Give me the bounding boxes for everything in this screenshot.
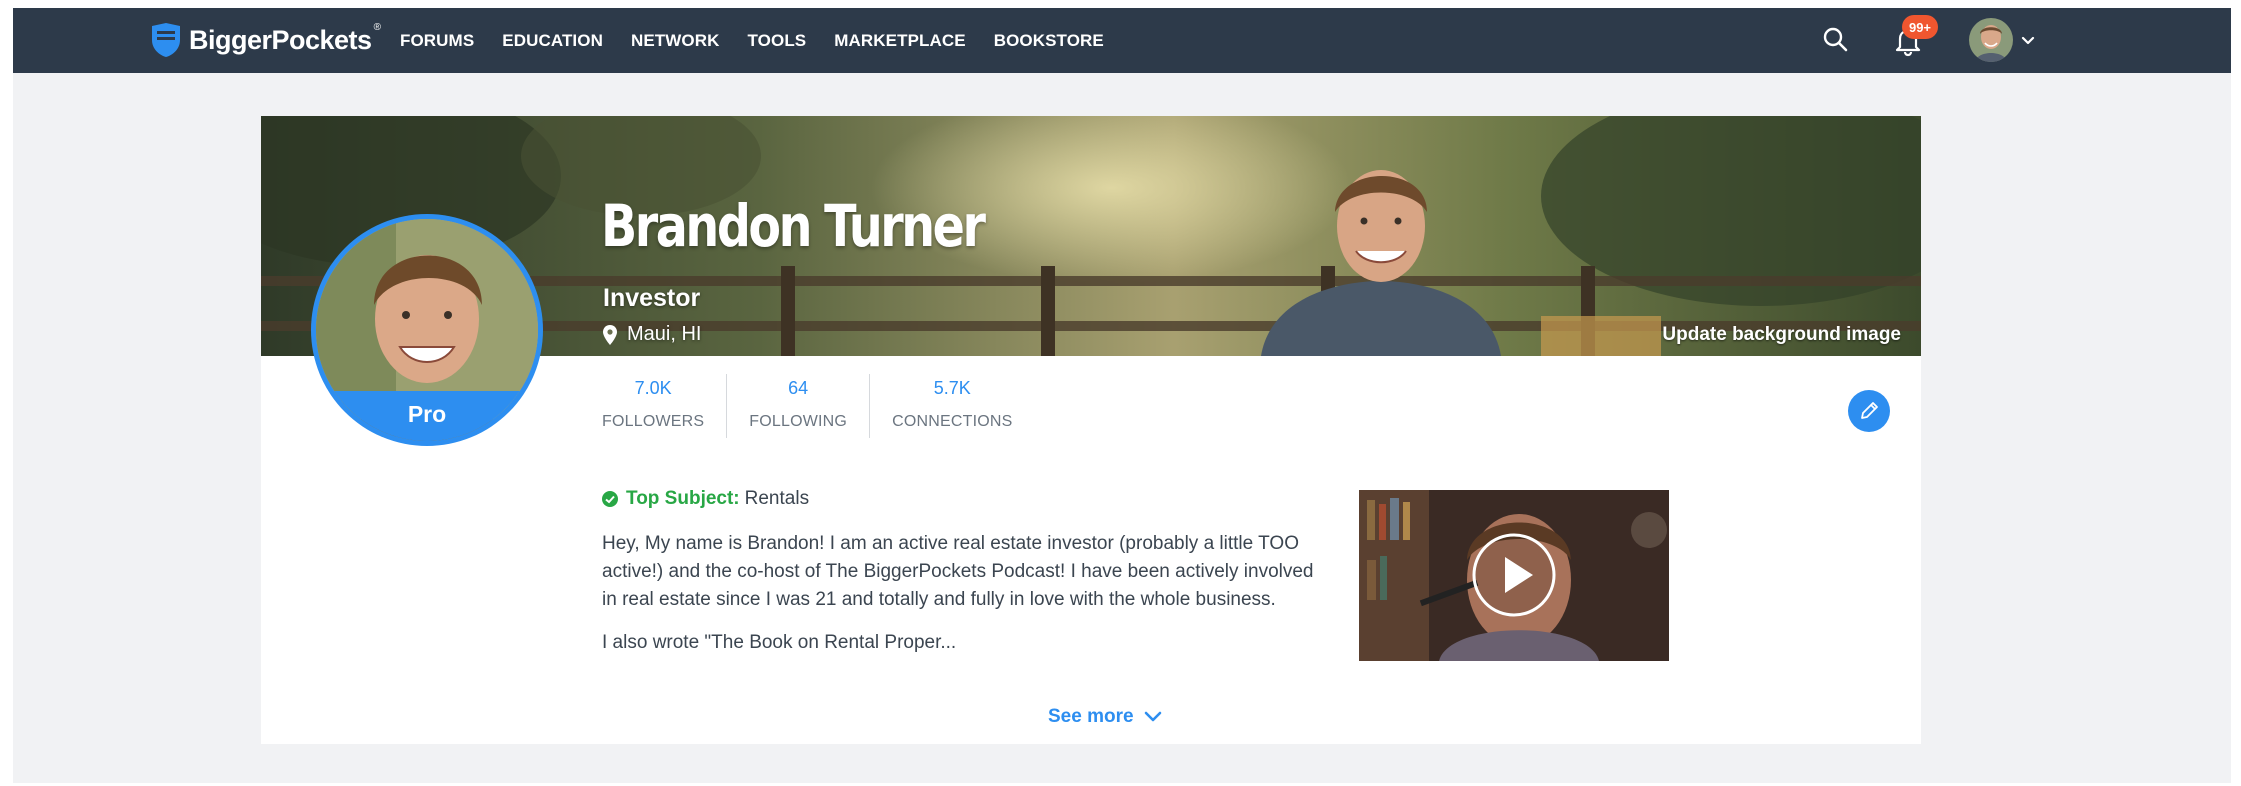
stat-value: 7.0K (634, 378, 672, 398)
registered-mark: ® (373, 22, 381, 33)
chevron-down-icon (1144, 711, 1161, 722)
stat-label: FOLLOWERS (602, 413, 705, 430)
nav-item-tools[interactable]: TOOLS (748, 31, 807, 51)
search-icon[interactable] (1818, 22, 1854, 58)
location-text: Maui, HI (627, 323, 702, 345)
nav-item-forums[interactable]: FORUMS (400, 31, 474, 51)
stat-followers[interactable]: 7.0K FOLLOWERS (602, 374, 728, 438)
stat-value: 5.7K (933, 378, 971, 398)
pencil-icon (1861, 402, 1878, 419)
top-subject: Top Subject: Rentals (602, 488, 809, 510)
play-icon[interactable] (1471, 532, 1557, 618)
stat-label: CONNECTIONS (892, 413, 1013, 430)
stat-value: 64 (788, 378, 809, 398)
nav-item-marketplace[interactable]: MARKETPLACE (834, 31, 965, 51)
brand-name: BiggerPockets (189, 24, 372, 55)
profile-location: Maui, HI (603, 323, 701, 346)
profile-photo: Pro (316, 219, 538, 441)
chevron-down-icon[interactable] (2018, 30, 2038, 50)
main-nav: FORUMS EDUCATION NETWORK TOOLS MARKETPLA… (400, 8, 1132, 73)
brand-logo[interactable]: BiggerPockets ® (150, 18, 381, 62)
profile-avatar[interactable]: Pro (311, 214, 543, 446)
user-avatar[interactable] (1969, 18, 2013, 62)
nav-item-bookstore[interactable]: BOOKSTORE (994, 31, 1104, 51)
top-subject-value[interactable]: Rentals (745, 488, 809, 510)
shield-logo-icon (152, 23, 180, 57)
stat-label: FOLLOWING (749, 413, 848, 430)
stat-connections[interactable]: 5.7K CONNECTIONS (892, 374, 1034, 438)
profile-card: Update background image Brandon Turner I… (261, 116, 1921, 744)
edit-profile-button[interactable] (1848, 390, 1890, 432)
profile-stats: 7.0K FOLLOWERS 64 FOLLOWING 5.7K CONNECT… (602, 374, 1057, 438)
see-more-link[interactable]: See more (1048, 706, 1162, 728)
profile-name: Brandon Turner (601, 192, 986, 260)
top-subject-label: Top Subject: (626, 488, 740, 509)
profile-bio-truncated: I also wrote "The Book on Rental Proper.… (602, 632, 957, 653)
update-background-button[interactable]: Update background image (1662, 324, 1901, 346)
notification-badge: 99+ (1902, 15, 1938, 39)
page-frame: BiggerPockets ® FORUMS EDUCATION NETWORK… (13, 8, 2231, 783)
pro-badge: Pro (316, 391, 538, 441)
top-navigation-bar: BiggerPockets ® FORUMS EDUCATION NETWORK… (13, 8, 2231, 73)
nav-item-network[interactable]: NETWORK (631, 31, 720, 51)
check-circle-icon (602, 491, 618, 507)
nav-item-education[interactable]: EDUCATION (502, 31, 603, 51)
see-more-label: See more (1048, 706, 1134, 727)
profile-bio: Hey, My name is Brandon! I am an active … (602, 533, 1314, 610)
profile-video[interactable] (1359, 490, 1669, 661)
stat-following[interactable]: 64 FOLLOWING (749, 374, 871, 438)
location-pin-icon (603, 324, 617, 345)
profile-role: Investor (603, 284, 701, 312)
